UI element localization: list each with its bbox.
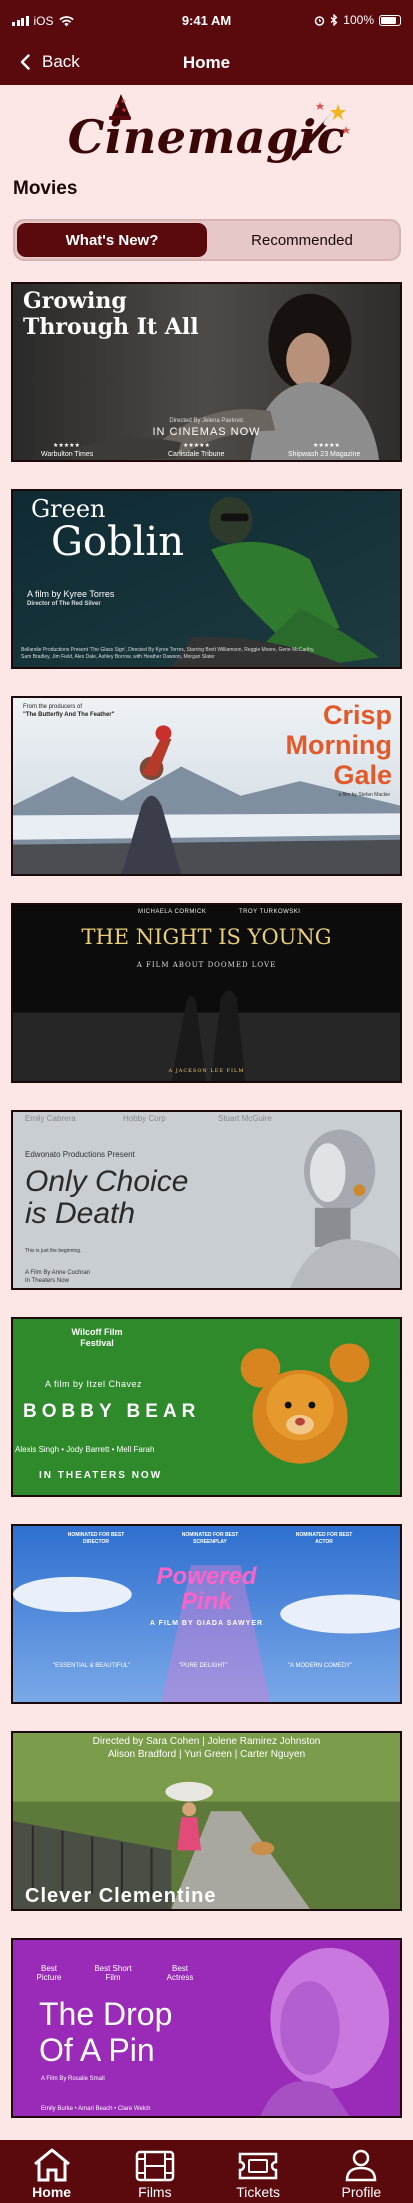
poster-award: Best Actress xyxy=(166,1964,194,1982)
tab-tickets-label: Tickets xyxy=(236,2184,281,2200)
poster-credit: A JACKSON LEE FILM xyxy=(168,1068,245,1074)
poster-director: Directed By Jelena Pavlovic xyxy=(169,418,244,424)
poster-award: Best Short Film xyxy=(94,1964,132,1982)
poster-award: NOMINATED FOR BEST ACTOR xyxy=(295,1532,353,1545)
poster-title-line1: Powered xyxy=(156,1563,257,1590)
poster-from-line: From the producers of xyxy=(23,704,83,710)
poster-tagline: IN CINEMAS NOW xyxy=(152,426,261,438)
movie-poster-clever-clementine[interactable]: Directed by Sara Cohen | Jolene Ramirez … xyxy=(11,1731,402,1911)
poster-credits-line2: Alison Bradford | Yuri Green | Carter Ng… xyxy=(107,1749,306,1760)
poster-title-line1: Crisp xyxy=(322,700,392,730)
movie-poster-the-drop-of-a-pin[interactable]: Best Picture Best Short Film Best Actres… xyxy=(11,1938,402,2118)
poster-from-title: "The Butterfly And The Feather" xyxy=(23,712,115,718)
battery-icon xyxy=(379,14,401,26)
poster-title-line2: Pink xyxy=(181,1588,232,1615)
tab-profile[interactable]: Profile xyxy=(310,2140,413,2203)
poster-stars: ★★★★★ xyxy=(53,443,80,449)
poster-title: The Drop Of A Pin xyxy=(39,1996,172,2068)
poster-laurel: Wilcoff Film Festival xyxy=(71,1327,123,1348)
page-title: Home xyxy=(182,53,231,72)
movie-poster-bobby-bear[interactable]: Wilcoff Film Festival A film by Itzel Ch… xyxy=(11,1317,402,1497)
poster-title: THE NIGHT IS YOUNG xyxy=(81,925,332,949)
poster-title: Only Choice is Death xyxy=(25,1166,188,1230)
profile-icon xyxy=(346,2149,377,2182)
tab-recommended[interactable]: Recommended xyxy=(207,223,397,257)
poster-actor: MICHAELA CORMICK xyxy=(138,909,207,915)
poster-title: Crisp Morning Gale xyxy=(286,700,392,790)
app-logo: Cinemagic xyxy=(0,92,413,174)
movie-poster-powered-pink[interactable]: NOMINATED FOR BEST DIRECTOR NOMINATED FO… xyxy=(11,1524,402,1704)
ticket-icon xyxy=(238,2152,278,2180)
poster-tagline: This is just the beginning. xyxy=(25,1248,82,1254)
film-icon xyxy=(135,2150,175,2182)
poster-review: Warbulton Times xyxy=(41,451,94,458)
tab-bar: Home Films Tickets Profile xyxy=(0,2140,413,2203)
tab-home-label: Home xyxy=(32,2184,72,2200)
poster-credits-line1: Directed by Sara Cohen | Jolene Ramirez … xyxy=(92,1736,321,1747)
poster-title-line1: Growing xyxy=(23,288,127,314)
movie-poster-crisp-morning-gale[interactable]: From the producers of "The Butterfly And… xyxy=(11,696,402,876)
movie-poster-the-night-is-young[interactable]: MICHAELA CORMICK TROY TURKOWSKI THE NIGH… xyxy=(11,903,402,1083)
segmented-control: What's New? Recommended xyxy=(13,219,401,261)
poster-title-line1: Only Choice xyxy=(25,1165,189,1198)
nav-bar: Back Home xyxy=(0,46,413,80)
poster-stars: ★★★★★ xyxy=(183,443,210,449)
poster-actor: Hobby Corp xyxy=(123,1114,166,1123)
poster-title-line1: The Drop xyxy=(39,1996,173,2032)
home-icon xyxy=(33,2148,70,2182)
poster-actor: Emily Cabrera xyxy=(25,1114,76,1123)
tab-tickets[interactable]: Tickets xyxy=(207,2140,310,2203)
poster-award: NOMINATED FOR BEST DIRECTOR xyxy=(67,1532,125,1545)
poster-title: Powered Pink xyxy=(13,1564,400,1614)
poster-title-line2: is Death xyxy=(25,1197,136,1230)
poster-presents: Edwonato Productions Present xyxy=(25,1150,135,1159)
tab-films-label: Films xyxy=(138,2184,172,2200)
tab-whats-new[interactable]: What's New? xyxy=(17,223,207,257)
poster-quote: "A MODERN COMEDY" xyxy=(288,1663,353,1669)
movie-poster-only-choice-is-death[interactable]: Emily Cabrera Hobby Corp Stuart McGuire … xyxy=(11,1110,402,1290)
alarm-icon xyxy=(315,15,325,26)
poster-release: IN THEATERS NOW xyxy=(39,1470,163,1481)
poster-review: Carlisdale Tribune xyxy=(168,451,225,458)
tab-home[interactable]: Home xyxy=(0,2140,103,2203)
poster-cast: Emily Burke • Amari Beach • Clare Welch xyxy=(41,2106,151,2112)
poster-release: In Theaters Now xyxy=(25,1278,69,1284)
status-bar: iOS 9:41 AM 100% xyxy=(0,0,413,40)
tab-profile-label: Profile xyxy=(341,2184,382,2200)
poster-quote: "ESSENTIAL & BEAUTIFUL" xyxy=(53,1663,131,1669)
poster-title: Growing Through It All xyxy=(23,288,199,340)
poster-review: Shipwash 23 Magazine xyxy=(288,451,361,458)
poster-byline: A film by Kyree Torres xyxy=(27,589,115,599)
battery-percent: 100% xyxy=(343,13,374,27)
movie-poster-green-goblin[interactable]: Green Goblin A film by Kyree Torres Dire… xyxy=(11,489,402,669)
poster-quote: "PURE DELIGHT" xyxy=(179,1663,228,1669)
poster-award: NOMINATED FOR BEST SCREENPLAY xyxy=(181,1532,239,1545)
poster-actor: Stuart McGuire xyxy=(218,1114,272,1123)
magic-wand-icon xyxy=(291,102,350,161)
poster-byline: a film by Stefan Mackie xyxy=(338,792,390,798)
poster-byline: A Film By Anne Cochran xyxy=(25,1270,91,1276)
poster-credits: Bellandie Productions Present 'The Glass… xyxy=(21,647,315,660)
poster-subline: Director of The Red Silver xyxy=(27,601,101,607)
poster-byline: A FILM BY GIADA SAWYER xyxy=(149,1620,264,1627)
poster-byline: A Film By Rosalie Small xyxy=(41,2076,105,2082)
poster-byline: A film by Itzel Chavez xyxy=(45,1379,143,1389)
poster-stars: ★★★★★ xyxy=(313,443,340,449)
section-title: Movies xyxy=(13,178,78,199)
bluetooth-icon xyxy=(330,14,338,26)
poster-title-line2: Morning xyxy=(285,730,392,760)
poster-cast: Alexis Singh • Jody Barrett • Mell Farah xyxy=(15,1445,155,1454)
poster-title-line3: Gale xyxy=(333,760,392,790)
poster-subtitle: A FILM ABOUT DOOMED LOVE xyxy=(136,961,277,969)
poster-actor: TROY TURKOWSKI xyxy=(239,909,301,915)
top-bar: iOS 9:41 AM 100% Back Home xyxy=(0,0,413,85)
poster-title: Clever Clementine xyxy=(25,1885,217,1907)
poster-title-line2: Of A Pin xyxy=(39,2032,155,2068)
poster-title: BOBBY BEAR xyxy=(23,1401,201,1422)
poster-title-line2: Goblin xyxy=(51,519,184,565)
poster-award: Best Picture xyxy=(36,1964,62,1982)
tab-films[interactable]: Films xyxy=(103,2140,206,2203)
poster-title-line2: Through It All xyxy=(23,314,199,340)
movie-poster-growing-through-it-all[interactable]: Growing Through It All Directed By Jelen… xyxy=(11,282,402,462)
